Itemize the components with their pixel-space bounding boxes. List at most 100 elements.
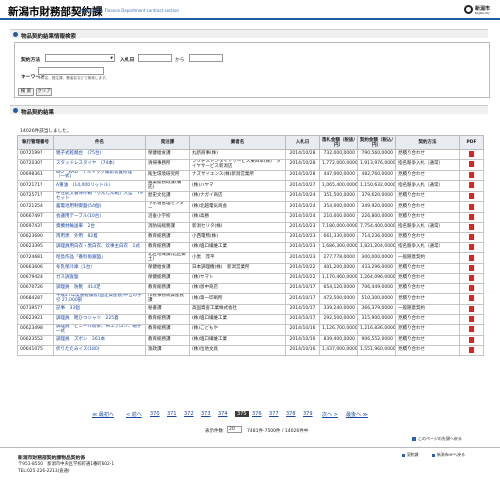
cell-pdf — [459, 252, 484, 265]
pdf-icon[interactable] — [469, 305, 474, 312]
cell-date: 2014/10/17 — [285, 283, 320, 295]
pdf-icon[interactable] — [469, 346, 474, 353]
pdf-icon[interactable] — [469, 326, 474, 333]
per-page-value: 20 — [229, 427, 235, 432]
cell-vendor: ブリヂストンタイヤサービス東日本(株) タイヤサービス新潟店 — [189, 159, 286, 171]
cell-name[interactable]: 中性能文書保存箱「ちんじん箱」大型 79セット — [53, 190, 146, 203]
cell-id: 0072171? — [17, 180, 54, 192]
footer-link-contract[interactable]: 契約課 — [402, 452, 418, 458]
date-to-input[interactable] — [189, 54, 223, 62]
cell-pdf — [459, 334, 484, 346]
pdf-icon[interactable] — [469, 213, 474, 220]
cell-name[interactable]: 会議用テーブル(10台) — [53, 212, 146, 224]
page-link[interactable]: 376 — [252, 411, 262, 417]
pdf-icon[interactable] — [469, 264, 474, 271]
cell-name[interactable]: 記事 33個 — [53, 303, 146, 316]
cell-id: 00684287 — [17, 293, 54, 305]
cell-pdf — [459, 190, 484, 203]
cell-name[interactable]: 調理員用白衣・黒白衣、炊事主白衣 1式 — [53, 242, 146, 254]
cell-id: 0069743? — [17, 222, 54, 234]
col-header-contract[interactable]: 契約金額（税込/円） — [357, 135, 396, 150]
pdf-icon[interactable] — [469, 254, 474, 261]
cell-name[interactable]: 蓄電池用制御盤(54個) — [53, 201, 146, 214]
pdf-icon[interactable] — [469, 234, 474, 241]
cell-contract: 510,300,0000 — [357, 293, 396, 305]
cell-name[interactable]: 折りたたみイス(180) — [53, 344, 146, 356]
cell-name[interactable]: 平成27年度重軽傷者(固定資産税)申告の手引 27,000部 — [53, 293, 146, 305]
pdf-icon[interactable] — [469, 336, 474, 343]
cell-method: 一般随意契約 — [395, 252, 460, 265]
col-header-dept[interactable]: 発注課 — [145, 135, 190, 150]
cell-name[interactable]: 昭島作品「番料角銀図」 — [53, 252, 146, 265]
pdf-icon[interactable] — [469, 193, 474, 200]
cell-id: 0073957? — [17, 303, 54, 316]
footer-tel: TEL:025-226-2213(直通) — [18, 469, 70, 474]
cell-id: 00663606 — [17, 263, 54, 275]
pdf-icon[interactable] — [469, 295, 474, 302]
cell-date: 2014/10/24 — [285, 190, 320, 203]
cell-bid: 210,000,0000 — [319, 212, 358, 224]
col-header-id[interactable]: 執行管理番号 — [17, 135, 54, 150]
per-page-select[interactable]: 20 — [227, 426, 242, 433]
cell-name[interactable]: A重油 (14,000リットル) — [53, 180, 146, 192]
footer-link-home[interactable]: 新潟市HPへ戻る — [432, 452, 465, 458]
cell-contract: 433,296,0000 — [357, 263, 396, 275]
cell-date: 2014/10/17 — [285, 303, 320, 316]
cell-pdf — [459, 180, 484, 192]
cell-vendor: ナズサイエンス(株)新潟営業所 — [189, 169, 286, 182]
cell-vendor: (株)第一印刷所 — [189, 293, 286, 305]
page-prev-link[interactable]: < 前へ — [126, 411, 142, 418]
cell-name[interactable]: 冬乳保冷庫（1台） — [53, 263, 146, 275]
clear-button[interactable]: クリア — [36, 88, 52, 96]
cell-name[interactable]: 調理員 ズボン 261本 — [53, 334, 146, 346]
cell-name[interactable]: 調理員 ビニール前掛、布エプロン、帽子 一式 — [53, 324, 146, 336]
cell-vendor: 日本調理機(株) 新潟営業所 — [189, 263, 286, 275]
cell-contract: 706,449,0000 — [357, 283, 396, 295]
cell-dept: 北区地域課(北区郷土) — [145, 252, 190, 265]
cell-name[interactable]: ガス調査盤 — [53, 273, 146, 285]
cell-name[interactable]: 両用黒 外用 82着 — [53, 232, 146, 244]
page-first-link[interactable]: ≪ 最初へ — [92, 411, 114, 418]
page-link[interactable]: 378 — [286, 411, 296, 417]
page-top-link[interactable]: このページの先頭へ戻る — [412, 436, 462, 442]
page-link[interactable]: 370 — [150, 411, 160, 417]
cell-name[interactable]: 資機材輸送車 2台 — [53, 222, 146, 234]
pdf-icon[interactable] — [469, 161, 474, 168]
city-logo[interactable]: 新潟市 Niigata City — [464, 3, 496, 18]
cell-name[interactable]: 調理員 防靴 414足 — [53, 283, 146, 295]
cell-method: 見積り合わせ — [395, 190, 460, 203]
page-next-link[interactable]: 次へ > — [322, 411, 338, 418]
cell-name[interactable]: スタッドレスタイヤ (74本) — [53, 159, 146, 171]
cell-name[interactable]: BIO RAD デルドック撮影装置修理 （一式） — [53, 169, 146, 182]
date-from-input[interactable] — [138, 54, 172, 62]
cell-name[interactable]: 調理員 靴ひつシャツ 225着 — [53, 313, 146, 326]
pdf-icon[interactable] — [469, 224, 474, 231]
col-header-name[interactable]: 件名 — [53, 135, 146, 150]
pdf-icon[interactable] — [469, 150, 474, 157]
cell-dept: 保健給食課 — [145, 263, 190, 275]
cell-name[interactable]: 親子式乾麺台 (75台) — [53, 148, 146, 161]
page-link[interactable]: 374 — [218, 411, 228, 417]
page-top-text: このページの先頭へ戻る — [418, 436, 462, 441]
page-link[interactable]: 379 — [303, 411, 313, 417]
search-button[interactable]: 検 索 — [18, 88, 34, 96]
page-link[interactable]: 377 — [269, 411, 279, 417]
col-header-vendor[interactable]: 業者名 — [189, 135, 286, 150]
cell-contract: 379,620,0000 — [357, 190, 396, 203]
method-select[interactable]: ▼ — [45, 54, 115, 62]
pdf-icon[interactable] — [469, 171, 474, 178]
keyword-input[interactable] — [38, 67, 104, 75]
col-header-method[interactable]: 契約方法 — [395, 135, 460, 150]
pdf-icon[interactable] — [469, 203, 474, 210]
page-link[interactable]: 372 — [184, 411, 194, 417]
page-link[interactable]: 373 — [201, 411, 211, 417]
pdf-icon[interactable] — [469, 285, 474, 292]
pdf-icon[interactable] — [469, 315, 474, 322]
pdf-icon[interactable] — [469, 275, 474, 282]
page-last-link[interactable]: 最後へ ≫ — [346, 411, 368, 418]
page-link[interactable]: 371 — [167, 411, 177, 417]
pdf-icon[interactable] — [469, 182, 474, 189]
col-header-bid[interactable]: 落札金額（税抜/円） — [319, 135, 358, 150]
col-header-date[interactable]: 入札日 — [285, 135, 320, 150]
pdf-icon[interactable] — [469, 244, 474, 251]
